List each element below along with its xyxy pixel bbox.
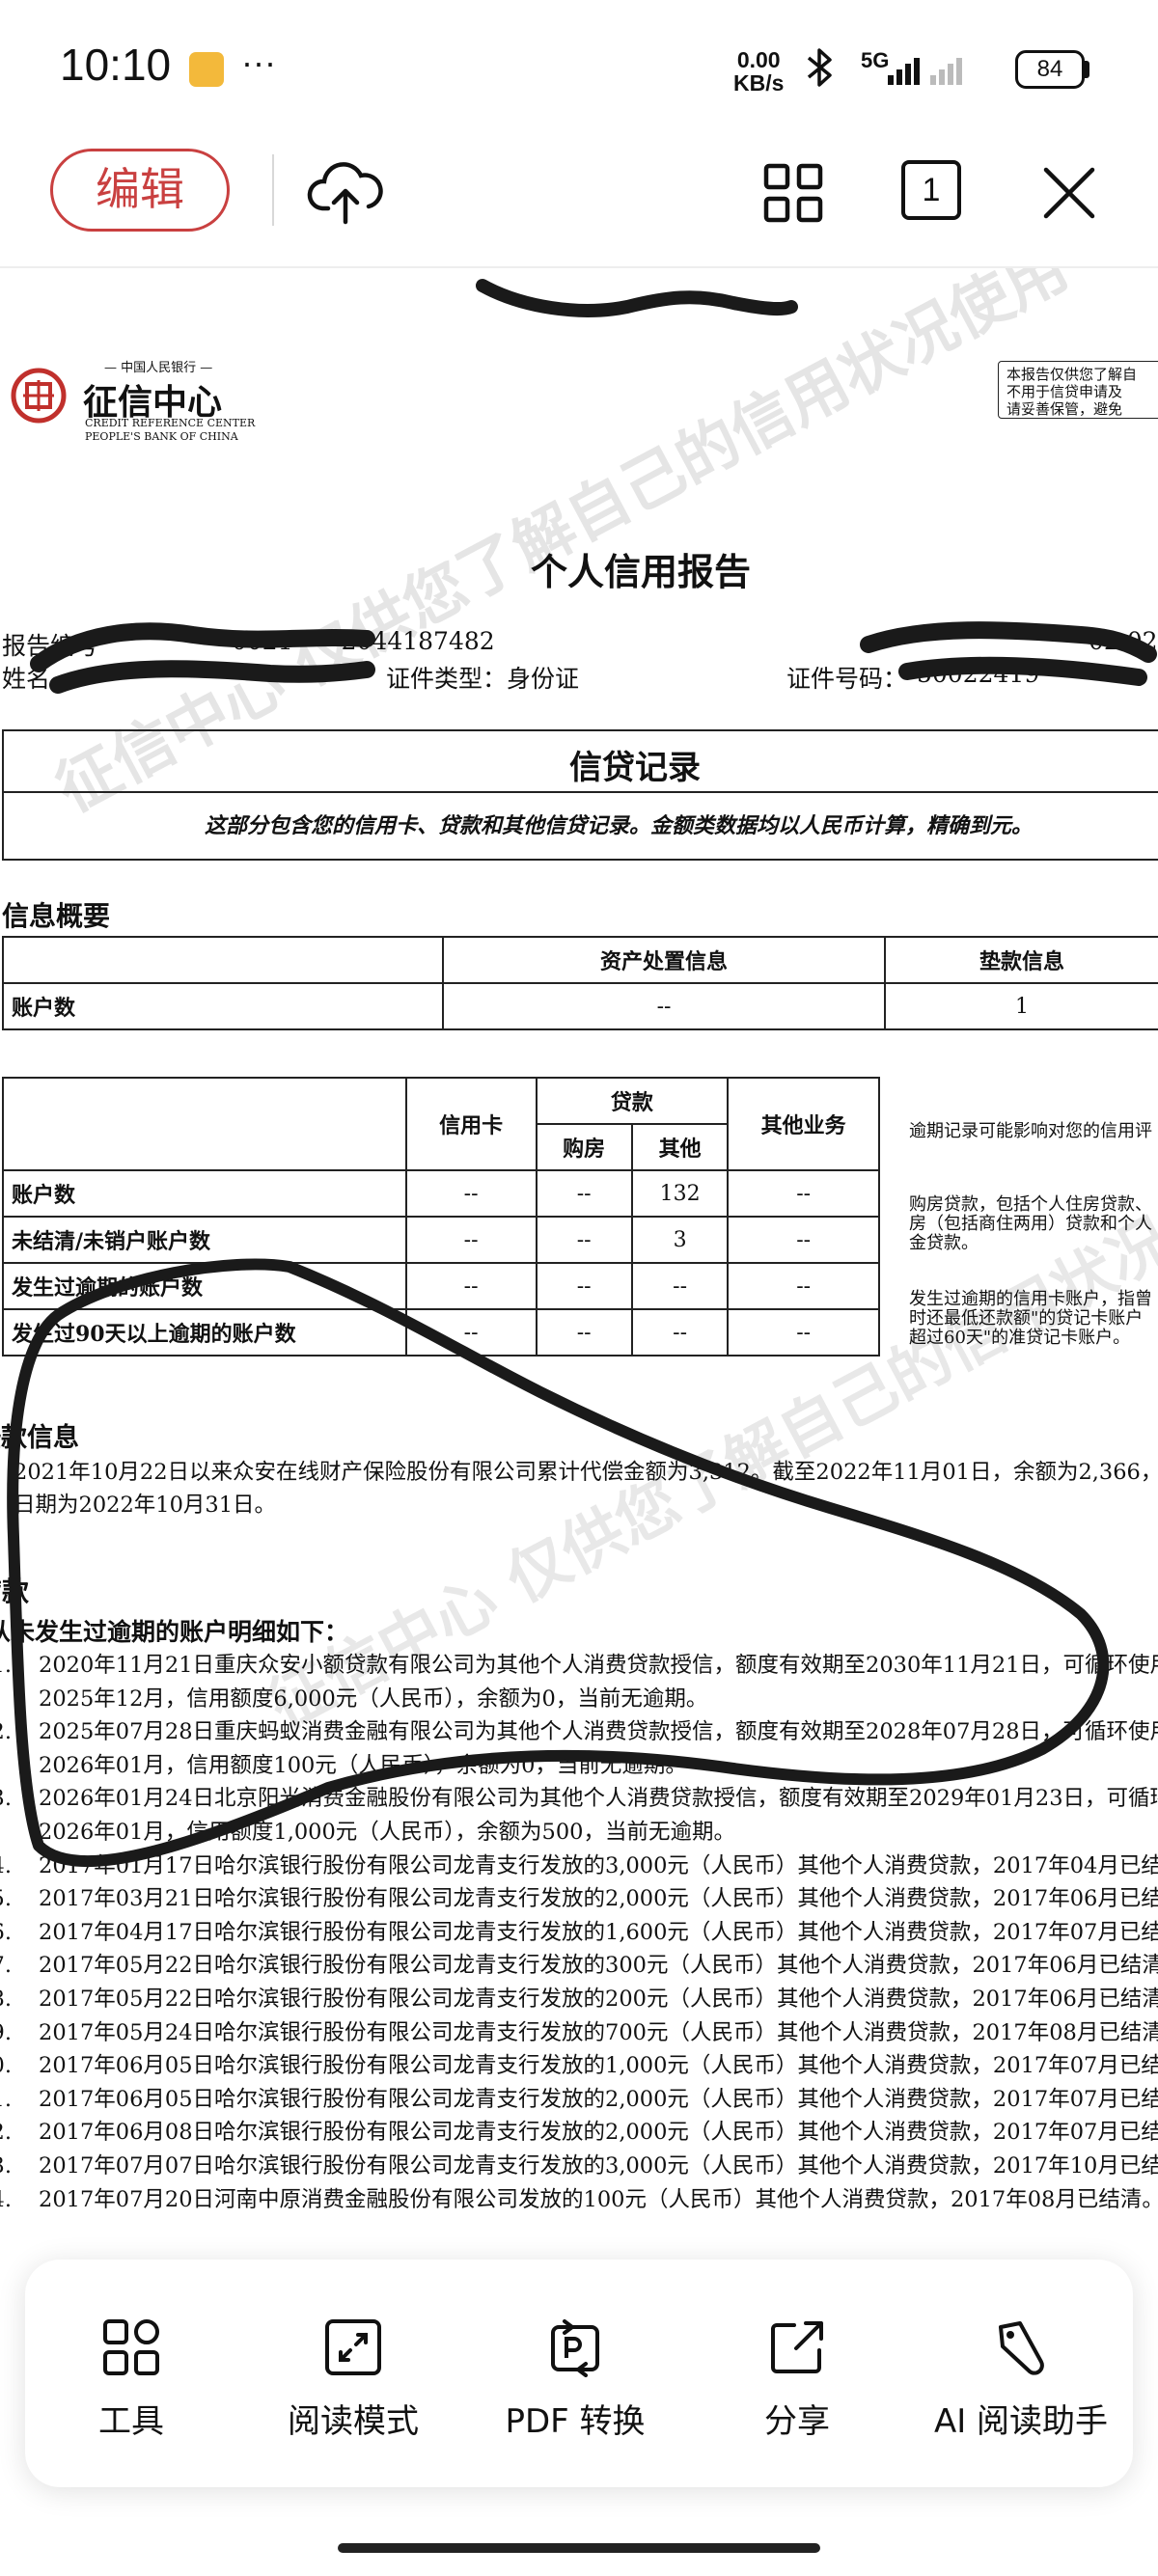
- summary-advance-value: 1: [884, 982, 1158, 1030]
- record-text: 2017年05月24日哈尔滨银行股份有限公司龙青支行发放的700元（人民币）其他…: [39, 2019, 1158, 2045]
- record-text: 2017年06月05日哈尔滨银行股份有限公司龙青支行发放的2,000元（人民币）…: [39, 2086, 1158, 2112]
- record-number: 8.: [0, 1987, 12, 2012]
- report-title: 个人信用报告: [531, 550, 752, 593]
- header-other-business: 其他业务: [727, 1077, 880, 1171]
- ai-assistant-button[interactable]: AI 阅读助手: [915, 2317, 1127, 2442]
- signal-bars-icon: [888, 58, 962, 85]
- ai-assistant-icon: [999, 2321, 1044, 2375]
- redaction-scribble: [30, 622, 375, 694]
- reading-mode-button[interactable]: 阅读模式: [247, 2317, 459, 2442]
- summary-row-label: 账户数: [2, 982, 444, 1030]
- pdf-convert-label: PDF 转换: [505, 2402, 646, 2441]
- id-type: 证件类型：身份证: [386, 665, 580, 693]
- ai-assistant-label: AI 阅读助手: [933, 2402, 1109, 2441]
- record-number: 10.: [0, 2053, 12, 2079]
- record-number: 11.: [0, 2086, 12, 2112]
- network-speed: 0.00 KB/s: [733, 48, 784, 95]
- record-number: 14.: [0, 2186, 12, 2212]
- account-cell: --: [535, 1169, 633, 1218]
- redaction-scribble: [860, 621, 1157, 686]
- credit-center-logo: — 中国人民银行 — 征信中心 CREDIT REFERENCE CENTER …: [10, 357, 255, 443]
- record-text: 2017年06月05日哈尔滨银行股份有限公司龙青支行发放的1,000元（人民币）…: [39, 2053, 1158, 2079]
- section-title: 信贷记录: [569, 749, 701, 787]
- bottom-action-bar: 工具 阅读模式 PDF 转换 分享 AI 阅读助手: [25, 2260, 1133, 2487]
- account-cell: 132: [630, 1169, 730, 1218]
- record-text: 2017年05月22日哈尔滨银行股份有限公司龙青支行发放的200元（人民币）其他…: [39, 1987, 1158, 2012]
- thumbnail-grid-icon[interactable]: [762, 162, 824, 224]
- side-note: 逾期记录可能影响对您的信用评: [909, 1121, 1152, 1141]
- network-speed-unit: KB/s: [733, 70, 785, 96]
- summary-title: 信息概要: [2, 900, 111, 932]
- summary-header-advance: 垫款信息: [884, 936, 1158, 984]
- account-header-empty: [2, 1077, 407, 1171]
- more-notifications-indicator: ···: [241, 42, 276, 82]
- loan-record-line: 8. 2017年05月22日哈尔滨银行股份有限公司龙青支行发放的200元（人民币）…: [0, 1982, 1158, 2013]
- loan-record-line: 9. 2017年05月24日哈尔滨银行股份有限公司龙青支行发放的700元（人民币）…: [0, 2015, 1158, 2046]
- record-text: 2017年07月20日河南中原消费金融股份有限公司发放的100元（人民币）其他个…: [39, 2186, 1158, 2212]
- battery-indicator: 84: [1015, 50, 1085, 89]
- share-icon: [771, 2321, 823, 2373]
- notice-line: 请妥善保管，避免: [1006, 400, 1123, 418]
- loan-record-line: 14. 2017年07月20日河南中原消费金融股份有限公司发放的100元（人民币）…: [0, 2182, 1158, 2213]
- header-loan: 贷款: [535, 1077, 730, 1125]
- page-count-button[interactable]: 1: [901, 160, 961, 220]
- record-number: 9.: [0, 2019, 12, 2045]
- summary-header-asset: 资产处置信息: [442, 936, 886, 984]
- home-indicator[interactable]: [338, 2543, 820, 2553]
- loan-record-line: 7. 2017年05月22日哈尔滨银行股份有限公司龙青支行发放的300元（人民币）…: [0, 1948, 1158, 1979]
- highlight-scribble: [7, 1258, 1110, 1868]
- share-button[interactable]: 分享: [691, 2317, 903, 2442]
- summary-header-empty: [2, 936, 444, 984]
- share-label: 分享: [764, 2402, 830, 2441]
- toolbar-divider: [272, 154, 274, 226]
- reading-mode-icon: [325, 2319, 381, 2375]
- bluetooth-icon: [803, 46, 838, 98]
- loan-record-line: 12. 2017年06月08日哈尔滨银行股份有限公司龙青支行发放的2,000元（人…: [0, 2115, 1158, 2146]
- record-text: 2017年04月17日哈尔滨银行股份有限公司龙青支行发放的1,600元（人民币）…: [39, 1919, 1158, 1945]
- record-number: 12.: [0, 2120, 12, 2146]
- cellular-signal: 5G: [861, 48, 962, 85]
- notification-app-icon: [189, 52, 224, 87]
- redaction-scribble: [476, 279, 798, 317]
- record-number: 6.: [0, 1919, 12, 1945]
- header-housing: 购房: [535, 1123, 633, 1171]
- record-text: 2017年07月07日哈尔滨银行股份有限公司龙青支行发放的3,000元（人民币）…: [39, 2153, 1158, 2179]
- status-bar: 10:10 ··· 0.00 KB/s 5G 84: [0, 0, 1158, 135]
- record-number: 13.: [0, 2153, 12, 2179]
- battery-tip: [1085, 61, 1089, 78]
- logo-english-2: PEOPLE'S BANK OF CHINA: [85, 430, 238, 443]
- cloud-upload-icon[interactable]: [307, 158, 384, 228]
- account-row-label: 账户数: [2, 1169, 407, 1218]
- account-cell: --: [404, 1169, 538, 1218]
- tools-button[interactable]: 工具: [25, 2317, 237, 2442]
- summary-asset-value: --: [442, 982, 886, 1030]
- seal-icon: [11, 368, 67, 424]
- edit-button[interactable]: 编辑: [50, 149, 230, 232]
- record-number: 7.: [0, 1953, 12, 1979]
- reading-mode-label: 阅读模式: [288, 2402, 419, 2441]
- loan-record-line: 10. 2017年06月05日哈尔滨银行股份有限公司龙青支行发放的1,000元（人…: [0, 2048, 1158, 2079]
- notice-box: 本报告仅供您了解自 不用于信贷申请及 请妥善保管，避免: [998, 361, 1158, 419]
- logo-top-line: — 中国人民银行 —: [104, 361, 213, 375]
- close-icon[interactable]: [1038, 162, 1100, 224]
- pdf-convert-icon: [551, 2319, 599, 2377]
- tools-label: 工具: [98, 2402, 164, 2441]
- credit-records-section: 信贷记录 这部分包含您的信用卡、贷款和其他信贷记录。金额类数据均以人民币计算，精…: [2, 729, 1158, 861]
- logo-english-1: CREDIT REFERENCE CENTER: [85, 417, 256, 429]
- clock: 10:10: [60, 40, 172, 90]
- header-credit-card: 信用卡: [404, 1077, 538, 1171]
- loan-record-line: 13. 2017年07月07日哈尔滨银行股份有限公司龙青支行发放的3,000元（人…: [0, 2149, 1158, 2179]
- record-text: 2017年05月22日哈尔滨银行股份有限公司龙青支行发放的300元（人民币）其他…: [39, 1953, 1158, 1979]
- document-page: 征信中心 仅供您了解自己的信用状况使用 征信中心 仅供您了解自己的信用状况使用 …: [0, 268, 1158, 2294]
- pdf-convert-button[interactable]: PDF 转换: [469, 2317, 681, 2442]
- section-description: 这部分包含您的信用卡、贷款和其他信贷记录。金额类数据均以人民币计算，精确到元。: [205, 813, 1034, 838]
- header-other: 其他: [630, 1123, 730, 1171]
- record-text: 2017年06月08日哈尔滨银行股份有限公司龙青支行发放的2,000元（人民币）…: [39, 2120, 1158, 2146]
- section-divider: [4, 791, 1158, 793]
- summary-table: 资产处置信息 垫款信息 账户数 -- 1: [2, 936, 1158, 1030]
- network-speed-value: 0.00: [736, 47, 781, 72]
- loan-record-line: 11. 2017年06月05日哈尔滨银行股份有限公司龙青支行发放的2,000元（人…: [0, 2082, 1158, 2113]
- account-cell: --: [727, 1169, 880, 1218]
- tools-icon: [103, 2319, 159, 2375]
